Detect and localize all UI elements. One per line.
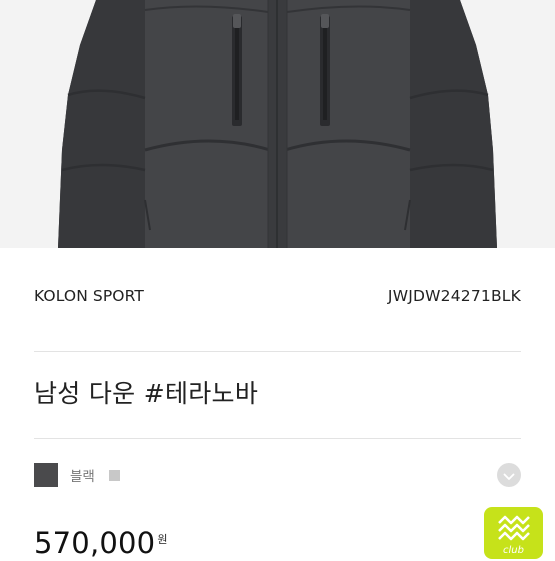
product-title: 남성 다운 #테라노바	[34, 379, 259, 408]
product-image	[0, 0, 555, 248]
color-expand-button[interactable]	[497, 463, 521, 487]
badge-label: club	[503, 545, 524, 556]
divider	[34, 351, 521, 352]
brand-name[interactable]: KOLON SPORT	[34, 287, 144, 305]
club-badge-icon: club	[484, 515, 543, 559]
color-swatch[interactable]	[34, 463, 58, 487]
price: 570,000	[34, 526, 156, 560]
currency-unit: 원	[157, 533, 168, 546]
color-chip	[108, 469, 120, 481]
color-name: 블랙	[70, 469, 95, 485]
color-selector[interactable]: 블랙	[34, 462, 521, 488]
price-row: 570,000 원	[34, 525, 167, 561]
brand-row: KOLON SPORT JWJDW24271BLK	[34, 284, 521, 308]
club-badge[interactable]: club	[484, 507, 543, 559]
divider	[34, 438, 521, 439]
chevron-down-icon	[503, 466, 515, 485]
product-code: JWJDW24271BLK	[387, 287, 521, 305]
